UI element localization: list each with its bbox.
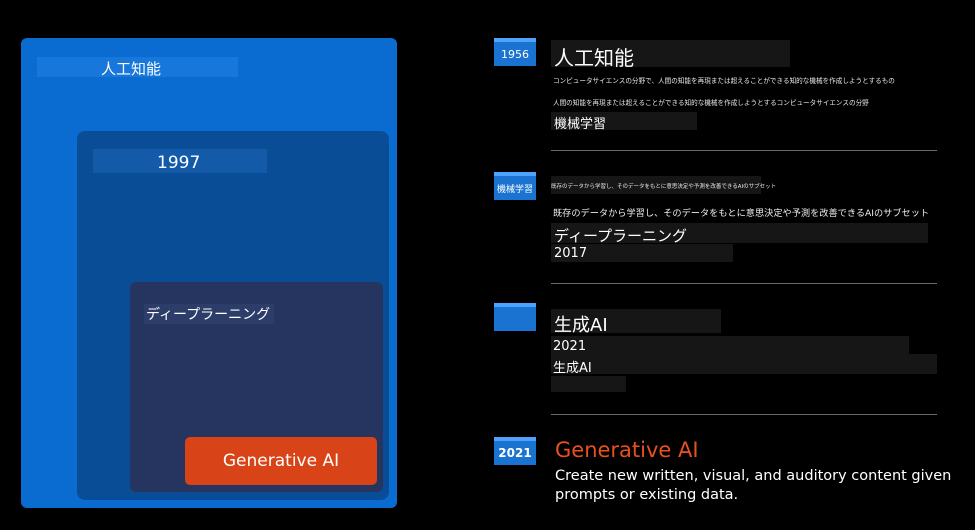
year-2: 2017 [554, 246, 588, 261]
year-3-highlight [551, 336, 909, 354]
title-3: 生成AI [554, 315, 608, 336]
divider-1 [551, 150, 937, 151]
badge-2021: 2021 [494, 437, 536, 465]
tiny-2: 既存のデータから学習し、そのデータをもとに意思決定や予測を改善できるAIのサブセ… [551, 184, 777, 190]
desc-1a: コンピュータサイエンスの分野で、人間の知能を再現または超えることができる知的な機… [553, 77, 895, 85]
dl-label: ディープラーニング [144, 304, 275, 324]
sub-3-highlight [551, 354, 937, 374]
divider-2 [551, 283, 937, 284]
ml-label: 1997 [157, 153, 201, 173]
gen-label: Generative AI [222, 451, 340, 471]
divider-3 [551, 414, 937, 415]
badge-genai [494, 303, 536, 331]
badge-1956-label: 1956 [501, 47, 529, 61]
ai-label: 人工知能 [101, 60, 162, 78]
desc-2: 既存のデータから学習し、そのデータをもとに意思決定や予測を改善できるAIのサブセ… [553, 208, 930, 219]
badge-2021-label: 2021 [498, 446, 532, 460]
gen-desc: Create new written, visual, and auditory… [555, 468, 952, 503]
tiny-3-highlight [551, 376, 626, 392]
year-3: 2021 [553, 339, 587, 354]
gen-title: Generative AI [555, 438, 699, 462]
title-1: 人工知能 [554, 46, 634, 70]
desc-1b: 人間の知能を再現または超えることができる知的な機械を作成しようとするコンピュータ… [553, 99, 869, 107]
badge-ml-label: 機械学習 [496, 184, 533, 195]
badge-1956: 1956 [494, 38, 536, 66]
sub-1: 機械学習 [554, 117, 607, 132]
gen-box: Generative AI [185, 437, 377, 485]
title-2: ディープラーニング [554, 227, 688, 245]
sub-3: 生成AI [553, 361, 592, 376]
badge-ml: 機械学習 [494, 172, 536, 200]
